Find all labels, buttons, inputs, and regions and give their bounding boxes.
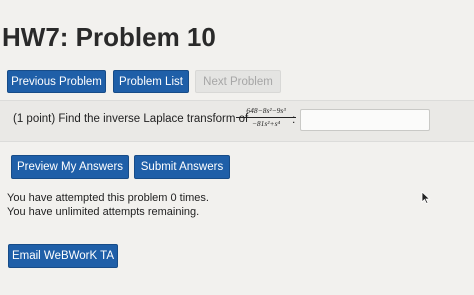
laplace-expression: 648−8s²−9s³ −81s²+s⁴ <box>236 106 296 129</box>
expression-colon: : <box>292 112 296 126</box>
expression-numerator: 648−8s²−9s³ <box>246 106 286 115</box>
submit-answers-button[interactable]: Submit Answers <box>134 155 230 179</box>
next-problem-button[interactable]: Next Problem <box>195 70 281 93</box>
answer-input[interactable] <box>300 109 430 131</box>
problem-list-button[interactable]: Problem List <box>113 70 189 93</box>
attempts-status: You have attempted this problem 0 times. <box>7 192 209 204</box>
preview-answers-button[interactable]: Preview My Answers <box>11 155 129 179</box>
mouse-pointer-icon <box>421 191 431 210</box>
previous-problem-button[interactable]: Previous Problem <box>7 70 106 93</box>
fraction-bar <box>236 117 296 118</box>
expression-denominator: −81s²+s⁴ <box>251 119 281 128</box>
page-title: HW7: Problem 10 <box>2 22 216 52</box>
attempts-remaining: You have unlimited attempts remaining. <box>7 206 200 218</box>
problem-statement: (1 point) Find the inverse Laplace trans… <box>13 113 249 125</box>
email-ta-button[interactable]: Email WeBWorK TA <box>8 244 118 268</box>
